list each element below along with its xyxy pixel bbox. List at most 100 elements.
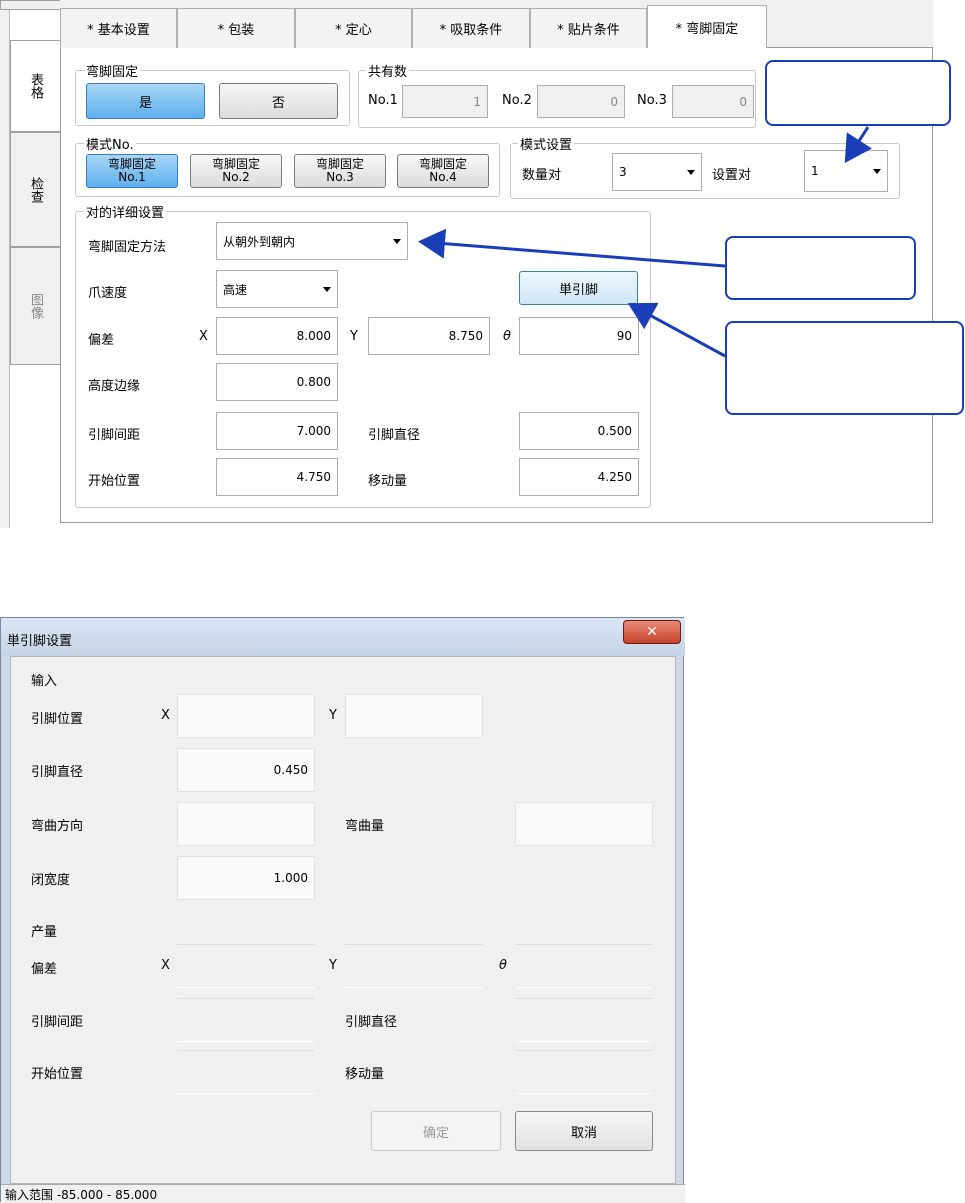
tab-bend-fix[interactable]: * 弯脚固定 [647, 5, 767, 48]
pattern-no-title: 模式No. [84, 134, 136, 153]
ok-button[interactable]: 确定 [371, 1111, 501, 1151]
offset-x-label: X [199, 329, 208, 344]
bend-direction-field[interactable] [177, 802, 315, 846]
no3-label: No.3 [637, 93, 667, 108]
diameter-field[interactable]: 0.500 [519, 412, 639, 450]
close-icon: ✕ [646, 624, 658, 640]
shared-count-title: 共有数 [366, 61, 410, 80]
close-width-field[interactable]: 1.000 [177, 856, 315, 900]
out-offset-x-label: X [161, 958, 170, 973]
count-select[interactable]: 3 [612, 153, 702, 191]
bend-amount-field[interactable] [515, 802, 653, 846]
method-select[interactable]: 从朝外到朝内 [216, 222, 408, 260]
set-select[interactable]: 1 [804, 150, 888, 192]
move-label: 移动量 [368, 474, 408, 489]
chevron-down-icon [393, 239, 401, 244]
out-offset-theta-field [515, 944, 653, 988]
diameter-label: 引脚直径 [368, 428, 421, 443]
callout-box-2 [725, 236, 916, 300]
position-x-label: X [161, 708, 170, 723]
out-offset-x-field [177, 944, 315, 988]
vtab-image[interactable]: 图像 [10, 247, 60, 365]
out-move-field [515, 1050, 653, 1094]
out-move-label: 移动量 [345, 1067, 385, 1082]
offset-y-label: Y [350, 329, 358, 344]
out-diameter-label: 引脚直径 [345, 1015, 398, 1030]
output-section-title: 产量 [31, 925, 58, 940]
chevron-down-icon [873, 169, 881, 174]
pitch-label: 引脚间距 [88, 428, 141, 443]
vertical-tab-strip [0, 0, 10, 528]
tab-mount[interactable]: * 贴片条件 [530, 8, 647, 48]
out-pitch-field [177, 998, 315, 1042]
pitch-field[interactable]: 7.000 [216, 412, 338, 450]
no2-field: 0 [537, 85, 625, 118]
close-width-label: 闭宽度 [31, 873, 71, 888]
out-offset-y-field [345, 944, 483, 988]
input-section-title: 输入 [31, 674, 58, 689]
lead-diameter-label: 引脚直径 [31, 765, 84, 780]
offset-label: 偏差 [88, 333, 115, 348]
offset-x-field[interactable]: 8.000 [216, 317, 338, 355]
no2-label: No.2 [502, 93, 532, 108]
out-offset-y-label: Y [329, 958, 337, 973]
out-offset-label: 偏差 [31, 962, 58, 977]
offset-theta-label: θ [503, 329, 511, 344]
tab-pickup[interactable]: * 吸取条件 [412, 8, 530, 48]
count-label: 数量对 [522, 168, 562, 183]
single-lead-dialog: 単引脚设置 ✕ 输入 引脚位置 X Y 引脚直径 0.450 弯曲方向 弯曲量 … [0, 617, 685, 1203]
bend-amount-label: 弯曲量 [345, 819, 385, 834]
pattern-1-button[interactable]: 弯脚固定 No.1 [86, 154, 178, 188]
bend-fix-no-button[interactable]: 否 [219, 83, 338, 119]
out-start-field [177, 1050, 315, 1094]
height-field[interactable]: 0.800 [216, 363, 338, 401]
bend-fix-title: 弯脚固定 [84, 61, 141, 80]
position-y-field[interactable] [345, 694, 483, 738]
lead-diameter-field[interactable]: 0.450 [177, 748, 315, 792]
vtab-table[interactable]: 表格 [10, 40, 60, 132]
no1-label: No.1 [368, 93, 398, 108]
detail-title: 对的详细设置 [84, 202, 167, 221]
tab-package[interactable]: * 包装 [177, 8, 295, 48]
out-start-label: 开始位置 [31, 1067, 84, 1082]
speed-select[interactable]: 高速 [216, 270, 338, 308]
close-button[interactable]: ✕ [623, 620, 681, 644]
bend-fix-yes-button[interactable]: 是 [86, 83, 205, 119]
out-pitch-label: 引脚间距 [31, 1015, 84, 1030]
speed-label: 爪速度 [88, 286, 128, 301]
vtab-top-stub [0, 0, 60, 10]
position-y-label: Y [329, 708, 337, 723]
cancel-button[interactable]: 取消 [515, 1111, 653, 1151]
pattern-2-button[interactable]: 弯脚固定 No.2 [190, 154, 282, 188]
pattern-3-button[interactable]: 弯脚固定 No.3 [294, 154, 386, 188]
pattern-set-title: 模式设置 [518, 134, 575, 153]
chevron-down-icon [687, 170, 695, 175]
callout-box-3 [725, 321, 964, 415]
vtab-inspect[interactable]: 检查 [10, 132, 60, 247]
set-label: 设置对 [712, 168, 752, 183]
bend-direction-label: 弯曲方向 [31, 819, 84, 834]
dialog-titlebar [1, 618, 685, 656]
height-label: 高度边缘 [88, 379, 141, 394]
dialog-title: 単引脚设置 [7, 634, 73, 649]
out-diameter-field [515, 998, 653, 1042]
tab-basic[interactable]: * 基本设置 [60, 8, 177, 48]
pattern-4-button[interactable]: 弯脚固定 No.4 [397, 154, 489, 188]
chevron-down-icon [323, 287, 331, 292]
callout-box-1 [765, 60, 951, 126]
tab-centering[interactable]: * 定心 [295, 8, 412, 48]
move-field[interactable]: 4.250 [519, 458, 639, 496]
offset-y-field[interactable]: 8.750 [368, 317, 490, 355]
position-x-field[interactable] [177, 694, 315, 738]
lead-position-label: 引脚位置 [31, 712, 84, 727]
method-label: 弯脚固定方法 [88, 240, 167, 255]
start-field[interactable]: 4.750 [216, 458, 338, 496]
no1-field: 1 [402, 85, 488, 118]
out-offset-theta-label: θ [499, 958, 507, 973]
dialog-body [10, 656, 676, 1184]
single-lead-button[interactable]: 単引脚 [519, 271, 638, 305]
offset-theta-field[interactable]: 90 [519, 317, 639, 355]
no3-field: 0 [672, 85, 754, 118]
status-bar: 输入范围 -85.000 - 85.000 [1, 1184, 685, 1203]
start-label: 开始位置 [88, 474, 141, 489]
